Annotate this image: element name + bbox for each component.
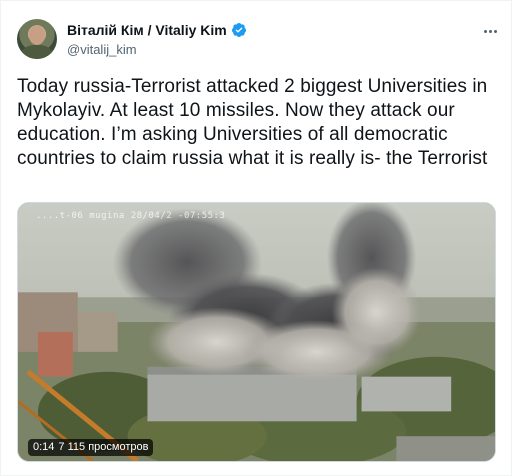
video-thumbnail bbox=[18, 203, 495, 461]
video-info-badge: 0:14 7 115 просмотров bbox=[28, 439, 154, 456]
video-views: 7 115 просмотров bbox=[58, 441, 149, 453]
verified-badge-icon bbox=[231, 22, 247, 38]
author-name-row[interactable]: Віталій Кім / Vitaliy Kim bbox=[67, 22, 247, 38]
user-handle[interactable]: @vitalij_kim bbox=[67, 42, 137, 57]
tweet-card[interactable]: Віталій Кім / Vitaliy Kim @vitalij_kim T… bbox=[0, 0, 512, 476]
video-player[interactable]: ....t-06 mugina 28/04/2 -07:55:3 0:14 7 … bbox=[17, 202, 496, 462]
display-name[interactable]: Віталій Кім / Vitaliy Kim bbox=[67, 22, 227, 38]
video-duration: 0:14 bbox=[33, 441, 55, 453]
avatar[interactable] bbox=[17, 19, 57, 59]
more-options-icon[interactable] bbox=[479, 21, 501, 41]
video-timestamp-overlay: ....t-06 mugina 28/04/2 -07:55:3 bbox=[36, 211, 226, 221]
tweet-text: Today russia-Terrorist attacked 2 bigges… bbox=[17, 76, 488, 169]
